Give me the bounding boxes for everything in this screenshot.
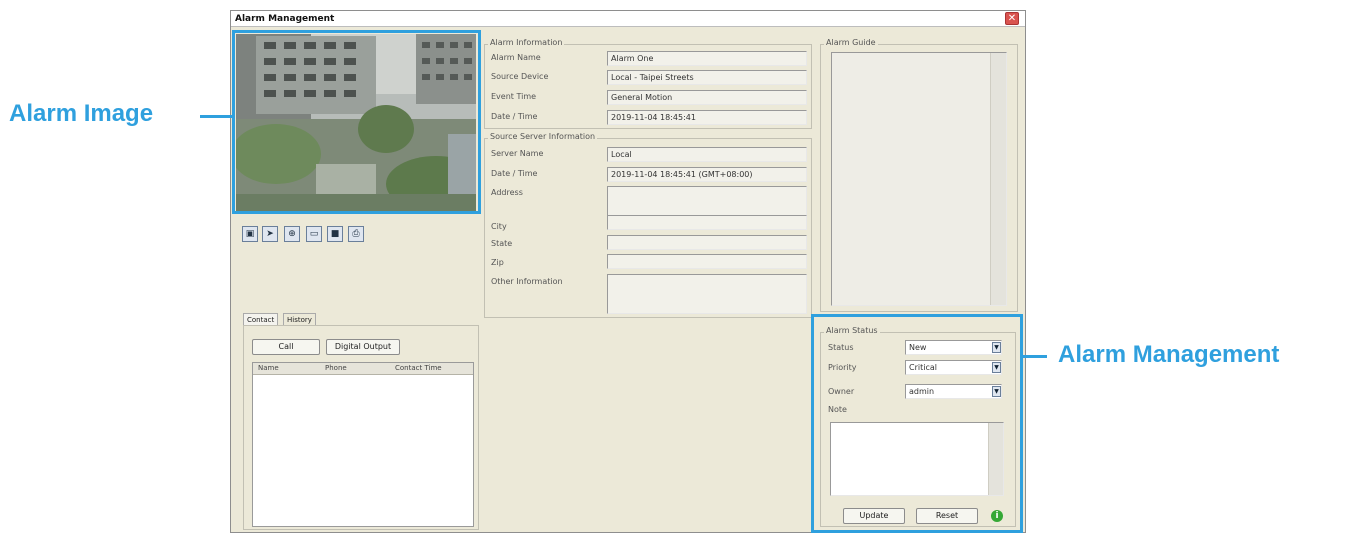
other-information-label: Other Information: [491, 277, 563, 286]
alarm-guide-textarea[interactable]: [831, 52, 1007, 306]
alarm-guide-scrollbar[interactable]: [990, 53, 1006, 305]
alarm-management-highlight: [811, 314, 1023, 533]
address-label: Address: [491, 188, 523, 197]
window-title: Alarm Management: [231, 11, 1025, 27]
digital-output-button[interactable]: Digital Output: [326, 339, 400, 355]
server-name-field: Local: [607, 147, 807, 162]
alarm-date-time-label: Date / Time: [491, 112, 538, 121]
alarm-management-callout: Alarm Management: [1058, 341, 1280, 368]
event-time-field: General Motion: [607, 90, 807, 105]
alarm-name-label: Alarm Name: [491, 53, 541, 62]
alarm-name-field: Alarm One: [607, 51, 807, 66]
alarm-management-callout-line: [1023, 355, 1047, 358]
contact-list[interactable]: Name Phone Contact Time: [252, 362, 474, 527]
contact-list-header: Name Phone Contact Time: [253, 363, 473, 375]
state-field[interactable]: [607, 235, 807, 250]
city-label: City: [491, 222, 507, 231]
pointer-icon[interactable]: ➤: [262, 226, 278, 242]
call-button[interactable]: Call: [252, 339, 320, 355]
state-label: State: [491, 239, 513, 248]
server-date-time-label: Date / Time: [491, 169, 538, 178]
alarm-image-callout: Alarm Image: [9, 100, 154, 127]
city-field[interactable]: [607, 215, 807, 230]
alarm-guide-label: Alarm Guide: [824, 38, 878, 48]
close-button[interactable]: ✕: [1005, 12, 1019, 25]
alarm-information-label: Alarm Information: [488, 38, 565, 48]
source-device-field: Local - Taipei Streets: [607, 70, 807, 85]
zip-field[interactable]: [607, 254, 807, 269]
print-icon[interactable]: ⎙: [348, 226, 364, 242]
snapshot-icon[interactable]: ▣: [242, 226, 258, 242]
zip-label: Zip: [491, 258, 504, 267]
column-name[interactable]: Name: [258, 363, 279, 374]
alarm-image-highlight: [232, 30, 481, 214]
server-name-label: Server Name: [491, 149, 544, 158]
zoom-icon[interactable]: ⊕: [284, 226, 300, 242]
server-information-label: Source Server Information: [488, 132, 598, 142]
fit-icon[interactable]: ▭: [306, 226, 322, 242]
source-device-label: Source Device: [491, 72, 549, 81]
column-contact-time[interactable]: Contact Time: [395, 363, 442, 374]
other-information-field[interactable]: [607, 274, 807, 314]
save-icon[interactable]: ■: [327, 226, 343, 242]
alarm-date-time-field: 2019-11-04 18:45:41: [607, 110, 807, 125]
alarm-image-callout-line: [200, 115, 232, 118]
column-phone[interactable]: Phone: [325, 363, 347, 374]
server-date-time-field: 2019-11-04 18:45:41 (GMT+08:00): [607, 167, 807, 182]
event-time-label: Event Time: [491, 92, 537, 101]
